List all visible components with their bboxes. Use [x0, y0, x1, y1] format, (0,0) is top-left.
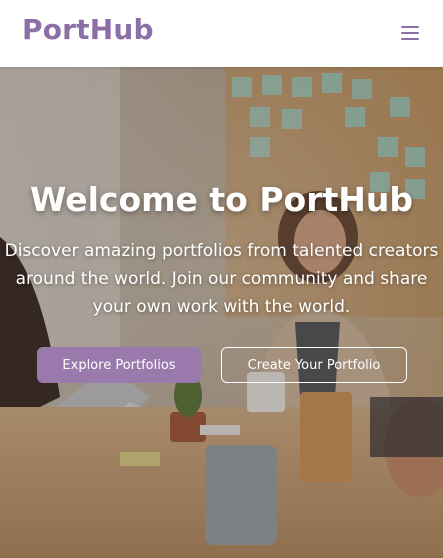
navbar: PortHub [0, 0, 443, 67]
brand-logo[interactable]: PortHub [22, 13, 154, 46]
create-portfolio-button[interactable]: Create Your Portfolio [221, 347, 407, 383]
hero-title: Welcome to PortHub [30, 180, 413, 219]
hero-section: Welcome to PortHub Discover amazing port… [0, 67, 443, 558]
hero-subtitle: Discover amazing portfolios from talente… [4, 241, 439, 317]
explore-portfolios-button[interactable]: Explore Portfolios [37, 347, 201, 383]
hamburger-menu-icon[interactable] [401, 25, 421, 41]
